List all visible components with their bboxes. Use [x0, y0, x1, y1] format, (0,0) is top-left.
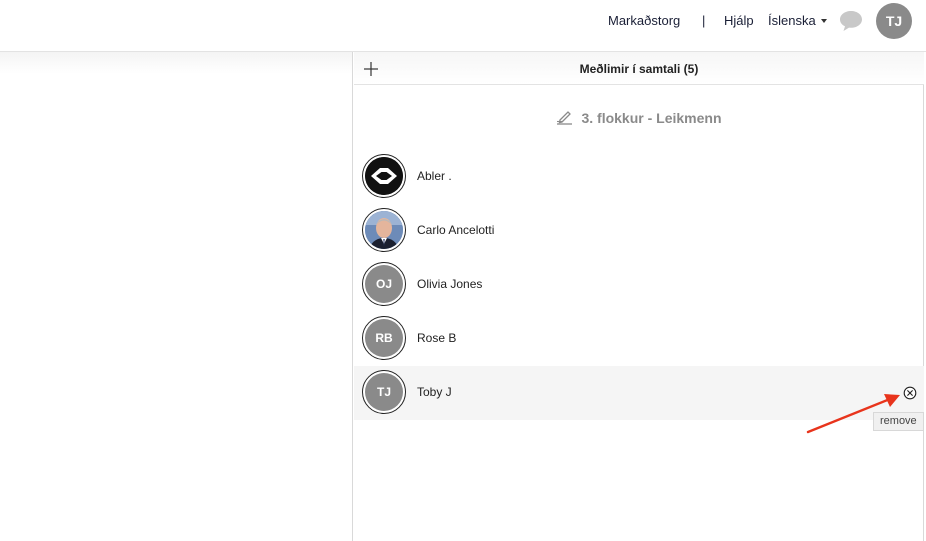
member-name: Toby J	[417, 385, 452, 399]
member-avatar	[362, 208, 406, 252]
caret-down-icon	[820, 19, 827, 23]
user-avatar-button[interactable]: TJ	[876, 3, 912, 39]
member-row[interactable]: TJ Toby J	[354, 366, 924, 420]
group-title[interactable]: 3. flokkur - Leikmenn	[354, 110, 924, 126]
remove-tooltip: remove	[873, 412, 924, 431]
members-panel-header: Meðlimir í samtali (5)	[354, 52, 924, 85]
member-row[interactable]: RB Rose B	[354, 312, 924, 366]
nav-marketplace-link[interactable]: Markaðstorg	[608, 13, 680, 28]
nav-separator: |	[702, 13, 706, 28]
member-avatar: OJ	[362, 262, 406, 306]
member-avatar: RB	[362, 316, 406, 360]
member-row[interactable]: Abler .	[354, 150, 924, 204]
members-panel: Meðlimir í samtali (5) 3. flokkur - Leik…	[354, 52, 924, 541]
remove-circle-icon[interactable]	[903, 386, 917, 400]
member-initials: TJ	[365, 373, 403, 411]
abler-logo-icon	[365, 157, 403, 195]
members-panel-title: Meðlimir í samtali (5)	[579, 62, 699, 76]
edit-icon[interactable]	[556, 110, 573, 125]
language-label: Íslenska	[768, 13, 816, 28]
member-row[interactable]: Carlo Ancelotti	[354, 204, 924, 258]
top-navigation: Markaðstorg | Hjálp Íslenska TJ	[0, 0, 926, 52]
group-name: 3. flokkur - Leikmenn	[581, 110, 722, 126]
chat-bubble-icon[interactable]	[839, 10, 863, 32]
member-name: Olivia Jones	[417, 277, 483, 291]
member-avatar: TJ	[362, 370, 406, 414]
member-row[interactable]: OJ Olivia Jones	[354, 258, 924, 312]
nav-help-link[interactable]: Hjálp	[724, 13, 754, 28]
member-avatar	[362, 154, 406, 198]
conversation-list-panel	[0, 52, 353, 541]
member-name: Abler .	[417, 169, 452, 183]
member-name: Carlo Ancelotti	[417, 223, 495, 237]
language-selector[interactable]: Íslenska	[768, 13, 827, 28]
member-initials: RB	[365, 319, 403, 357]
user-initials: TJ	[885, 13, 903, 29]
member-photo	[365, 211, 403, 249]
member-initials: OJ	[365, 265, 403, 303]
member-name: Rose B	[417, 331, 457, 345]
